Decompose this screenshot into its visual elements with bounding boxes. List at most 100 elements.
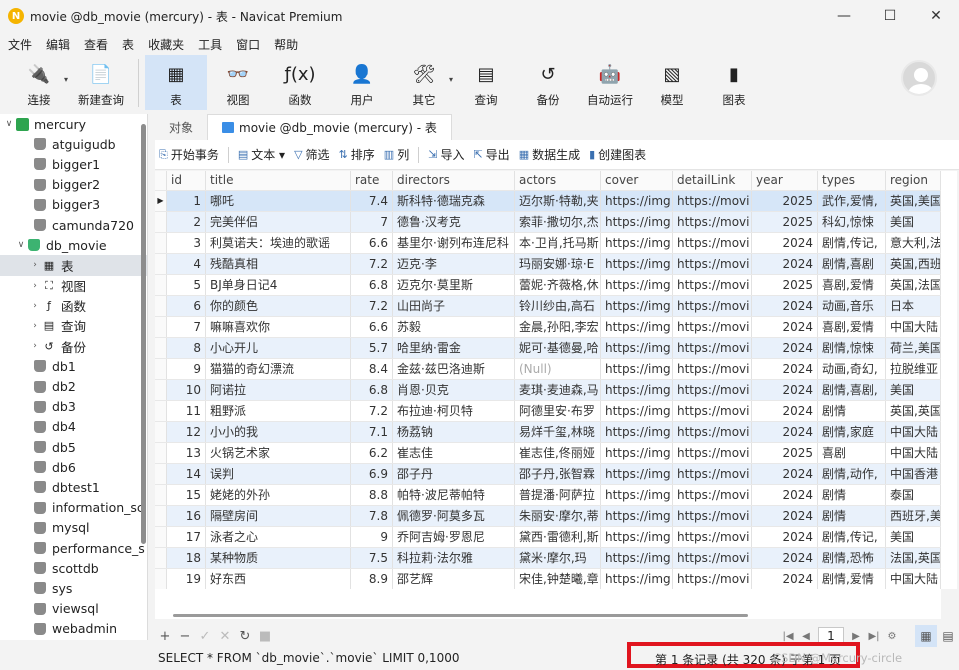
refresh-button[interactable]: ↻ — [235, 629, 255, 644]
cell-title[interactable]: BJ单身日记4 — [206, 275, 351, 295]
cell-region[interactable]: 中国大陆 — [886, 317, 941, 337]
cell-directors[interactable]: 肖恩·贝克 — [393, 380, 515, 400]
cell-region[interactable]: 中国大陆 — [886, 422, 941, 442]
tree-db-item[interactable]: bigger1 — [0, 154, 147, 174]
expand-caret-icon[interactable]: ∨ — [2, 119, 16, 129]
menu-window[interactable]: 窗口 — [234, 36, 272, 53]
tree-db-open[interactable]: ∨ db_movie — [0, 235, 147, 255]
cell-directors[interactable]: 乔阿吉姆·罗恩尼 — [393, 527, 515, 547]
cell-year[interactable]: 2025 — [752, 443, 818, 463]
cell-rate[interactable]: 7.1 — [351, 422, 393, 442]
cell-id[interactable]: 2 — [167, 212, 206, 232]
cell-directors[interactable]: 山田尚子 — [393, 296, 515, 316]
column-header-actors[interactable]: actors — [515, 171, 601, 190]
cell-types[interactable]: 喜剧,爱情 — [818, 317, 886, 337]
cell-directors[interactable]: 杨荔钠 — [393, 422, 515, 442]
expand-caret-icon[interactable]: › — [28, 301, 42, 311]
apply-changes-button[interactable]: ✓ — [195, 629, 215, 644]
cell-detaillink[interactable]: https://movi — [673, 380, 752, 400]
cell-detaillink[interactable]: https://movi — [673, 359, 752, 379]
cell-detaillink[interactable]: https://movi — [673, 275, 752, 295]
export-action-button[interactable]: ⇱ 导出 — [473, 146, 509, 163]
cell-title[interactable]: 好东西 — [206, 569, 351, 589]
grid-view-button[interactable]: ▦ — [915, 625, 937, 647]
cell-rate[interactable]: 7 — [351, 212, 393, 232]
toolbar-plug-button[interactable]: 🔌 连接 ▾ — [8, 55, 70, 110]
cell-title[interactable]: 嘛嘛喜欢你 — [206, 317, 351, 337]
cell-types[interactable]: 剧情,传记, — [818, 527, 886, 547]
column-header-id[interactable]: id — [167, 171, 206, 190]
cell-cover[interactable]: https://img — [601, 527, 673, 547]
cell-types[interactable]: 剧情 — [818, 401, 886, 421]
menu-file[interactable]: 文件 — [6, 36, 44, 53]
grid-horizontal-scrollbar[interactable] — [155, 589, 941, 619]
cell-year[interactable]: 2024 — [752, 338, 818, 358]
column-header-year[interactable]: year — [752, 171, 818, 190]
cell-detaillink[interactable]: https://movi — [673, 254, 752, 274]
cell-rate[interactable]: 6.8 — [351, 380, 393, 400]
cell-cover[interactable]: https://img — [601, 254, 673, 274]
row-marker[interactable] — [155, 569, 167, 589]
tab-movie-table[interactable]: movie @db_movie (mercury) - 表 — [207, 114, 452, 140]
cell-actors[interactable]: 宋佳,钟楚曦,章 — [515, 569, 601, 589]
cell-region[interactable]: 英国,法国 — [886, 275, 941, 295]
toolbar-user-button[interactable]: 👤 用户 — [331, 55, 393, 110]
cell-year[interactable]: 2024 — [752, 359, 818, 379]
dropdown-arrow-icon[interactable]: ▾ — [64, 75, 68, 84]
cell-directors[interactable]: 邵艺辉 — [393, 569, 515, 589]
cell-title[interactable]: 阿诺拉 — [206, 380, 351, 400]
expand-caret-icon[interactable]: › — [28, 321, 42, 331]
cell-cover[interactable]: https://img — [601, 401, 673, 421]
expand-caret-icon[interactable]: › — [28, 281, 42, 291]
row-marker[interactable] — [155, 275, 167, 295]
cell-title[interactable]: 残酷真相 — [206, 254, 351, 274]
cell-id[interactable]: 13 — [167, 443, 206, 463]
cell-detaillink[interactable]: https://movi — [673, 443, 752, 463]
cell-cover[interactable]: https://img — [601, 338, 673, 358]
cell-rate[interactable]: 8.8 — [351, 485, 393, 505]
cell-types[interactable]: 剧情,爱情 — [818, 569, 886, 589]
cell-rate[interactable]: 5.7 — [351, 338, 393, 358]
cell-region[interactable]: 荷兰,美国 — [886, 338, 941, 358]
table-row[interactable]: ▶ 1 哪吒 7.4 斯科特·德瑞克森 迈尔斯·特勒,夹 https://img https:… — [155, 191, 941, 212]
table-row[interactable]: 6 你的颜色 7.2 山田尚子 铃川纱由,高石 https://img https://mo… — [155, 296, 941, 317]
table-row[interactable]: 4 残酷真相 7.2 迈克·李 玛丽安娜·琼·E https://img https://m… — [155, 254, 941, 275]
table-row[interactable]: 11 粗野派 7.2 布拉迪·柯贝特 阿德里安·布罗 https://img https:/… — [155, 401, 941, 422]
cell-actors[interactable]: 迈尔斯·特勒,夹 — [515, 191, 601, 211]
cell-cover[interactable]: https://img — [601, 506, 673, 526]
column-header-detaillink[interactable]: detailLink — [673, 171, 752, 190]
cell-region[interactable]: 西班牙,美 — [886, 506, 941, 526]
cell-cover[interactable]: https://img — [601, 359, 673, 379]
minimize-button[interactable]: — — [821, 0, 867, 32]
toolbar-function-button[interactable]: ƒ(x) 函数 — [269, 55, 331, 110]
cell-cover[interactable]: https://img — [601, 212, 673, 232]
cell-id[interactable]: 3 — [167, 233, 206, 253]
toolbar-view-button[interactable]: 👓 视图 — [207, 55, 269, 110]
cell-directors[interactable]: 哈里纳·雷金 — [393, 338, 515, 358]
toolbar-backup-button[interactable]: ↺ 备份 — [517, 55, 579, 110]
toolbar-new-query-button[interactable]: 📄 新建查询 — [70, 55, 132, 110]
gear-icon[interactable]: ⚙ — [883, 631, 901, 642]
menu-table[interactable]: 表 — [120, 36, 146, 53]
tree-db-item[interactable]: bigger3 — [0, 195, 147, 215]
table-row[interactable]: 16 隔壁房间 7.8 佩德罗·阿莫多瓦 朱丽安·摩尔,蒂 https://img http… — [155, 506, 941, 527]
cell-year[interactable]: 2024 — [752, 527, 818, 547]
cell-detaillink[interactable]: https://movi — [673, 296, 752, 316]
cell-title[interactable]: 小小的我 — [206, 422, 351, 442]
cell-title[interactable]: 某种物质 — [206, 548, 351, 568]
cell-id[interactable]: 8 — [167, 338, 206, 358]
cell-types[interactable]: 剧情,传记, — [818, 233, 886, 253]
maximize-button[interactable]: ☐ — [867, 0, 913, 32]
cell-year[interactable]: 2024 — [752, 548, 818, 568]
cell-rate[interactable]: 9 — [351, 527, 393, 547]
cell-actors[interactable]: 朱丽安·摩尔,蒂 — [515, 506, 601, 526]
row-marker[interactable] — [155, 548, 167, 568]
cell-detaillink[interactable]: https://movi — [673, 191, 752, 211]
cell-actors[interactable]: (Null) — [515, 359, 601, 379]
cell-title[interactable]: 完美伴侣 — [206, 212, 351, 232]
cell-year[interactable]: 2024 — [752, 233, 818, 253]
last-page-button[interactable]: ▶| — [865, 631, 883, 642]
cell-id[interactable]: 15 — [167, 485, 206, 505]
toolbar-tools-button[interactable]: 🛠 其它 ▾ — [393, 55, 455, 110]
row-marker[interactable] — [155, 212, 167, 232]
